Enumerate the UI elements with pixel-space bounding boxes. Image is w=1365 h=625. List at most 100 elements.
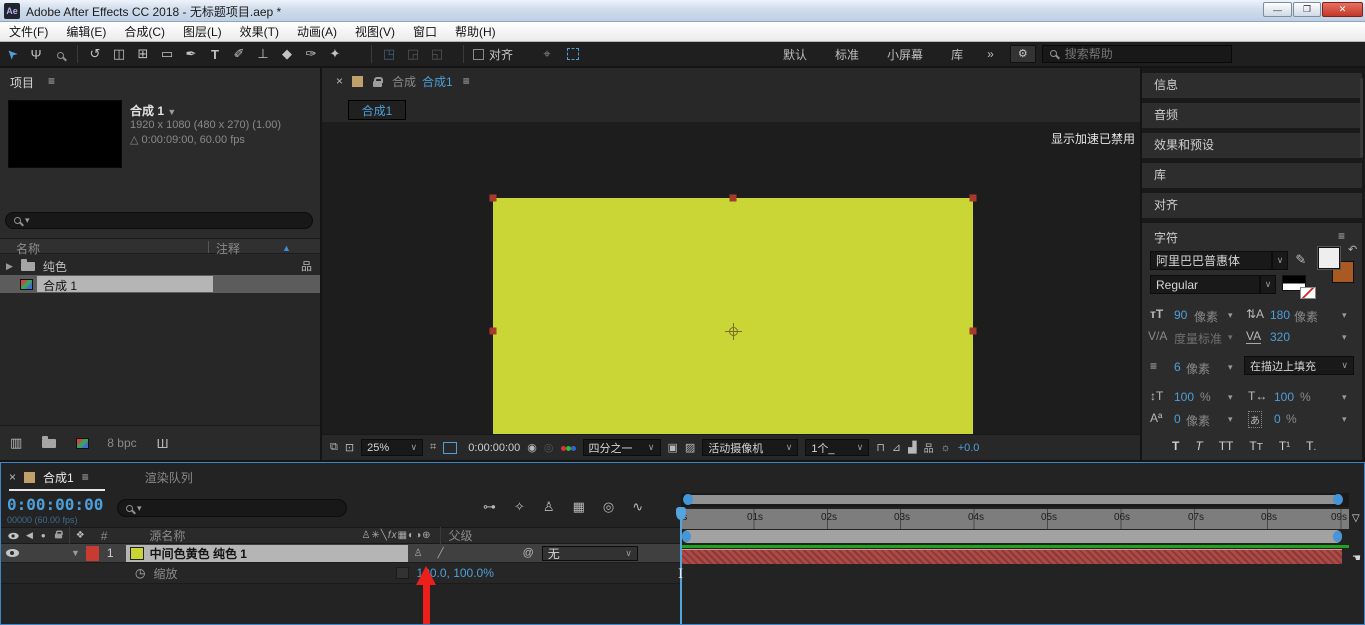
eyedropper-icon[interactable]: ✐ [1291, 254, 1307, 265]
rotation-tool-icon[interactable]: ↺ [83, 46, 107, 62]
menu-file[interactable]: 文件(F) [0, 22, 57, 41]
help-search-input[interactable] [1041, 45, 1232, 63]
trash-icon[interactable]: Ш [157, 436, 169, 451]
region-of-interest-icon[interactable]: ▣ [668, 441, 678, 454]
crosshair-icon[interactable]: ⌖ [535, 46, 559, 62]
comp-viewer-tab[interactable]: 合成1 [348, 100, 406, 120]
draft-3d-icon[interactable]: ✧ [514, 499, 525, 515]
property-name[interactable]: 缩放 [153, 565, 177, 582]
baseline-shift-chevron-icon[interactable]: ▾ [1228, 414, 1233, 425]
view-layout-dropdown[interactable]: 1个_ ∨ [805, 439, 870, 456]
font-size-value[interactable]: 90 [1174, 308, 1187, 322]
audio-column-icon[interactable]: ◀ [26, 530, 33, 541]
panel-info[interactable]: 信息 [1142, 73, 1362, 98]
character-panel-title[interactable]: 字符 [1154, 229, 1178, 246]
swap-fill-stroke-icon[interactable]: ↶ [1348, 243, 1357, 256]
brush-tool-icon[interactable]: ✐ [227, 46, 251, 62]
motion-blur-icon[interactable]: ◎ [603, 499, 614, 515]
fast-previews-icon[interactable]: ⊿ [892, 441, 901, 454]
close-panel-icon[interactable]: × [336, 74, 343, 88]
character-panel-menu-icon[interactable]: ≡ [1338, 229, 1345, 243]
stroke-width-chevron-icon[interactable]: ▾ [1228, 362, 1233, 373]
layer-row[interactable]: ▼ 1 中间色黄色 纯色 1 ♙ ╱ @ 无 ∨ [1, 544, 681, 563]
close-panel-icon[interactable]: × [9, 470, 16, 484]
font-style-dropdown[interactable]: Regular [1150, 275, 1260, 294]
interpret-footage-icon[interactable]: ▥ [10, 435, 22, 451]
horizontal-scale-chevron-icon[interactable]: ▾ [1342, 392, 1347, 403]
resolution-dropdown[interactable]: 四分之一 ∨ [582, 439, 661, 456]
zoom-tool-icon[interactable] [48, 47, 72, 62]
stroke-fill-order-dropdown[interactable]: 在描边上填充 ∨ [1244, 356, 1354, 375]
font-family-dropdown[interactable]: 阿里巴巴普惠体 [1150, 251, 1272, 270]
layer-quality-icon[interactable]: ╱ [438, 548, 445, 559]
panel-align[interactable]: 对齐 [1142, 193, 1362, 218]
small-caps-icon[interactable]: TT [1249, 439, 1262, 453]
project-search-input[interactable]: ▾ [5, 212, 313, 229]
lock-column-icon[interactable] [54, 529, 63, 538]
hand-tool-icon[interactable]: Ψ [24, 47, 48, 62]
puppet-pin-tool-icon[interactable]: ✦ [323, 46, 347, 62]
tracking-value[interactable]: 320 [1270, 330, 1290, 344]
timeline-nav-icon[interactable]: ▟ [908, 441, 916, 454]
timeline-panel-menu-icon[interactable]: ≡ [82, 470, 89, 484]
zoom-handle-right[interactable] [1333, 494, 1343, 505]
snap-checkbox[interactable] [473, 48, 484, 60]
workspace-gear-icon[interactable]: ⚙ [1009, 45, 1036, 63]
work-area-bar[interactable] [682, 530, 1342, 543]
video-column-icon[interactable] [8, 532, 19, 539]
restore-button[interactable]: ❐ [1293, 2, 1321, 17]
faux-bold-icon[interactable]: T [1172, 439, 1179, 453]
flowchart-icon[interactable]: 品 [301, 258, 312, 274]
project-panel-title[interactable]: 项目 [10, 74, 34, 91]
grid-guides-icon[interactable]: ⌗ [430, 441, 436, 454]
workspace-tab-library[interactable]: 库 [937, 46, 977, 63]
roto-brush-tool-icon[interactable]: ✑ [299, 46, 323, 62]
tsume-chevron-icon[interactable]: ▾ [1342, 414, 1347, 425]
menu-edit[interactable]: 编辑(E) [57, 22, 115, 41]
font-size-chevron-icon[interactable]: ▾ [1228, 310, 1233, 321]
scrollbar-thumb[interactable] [685, 495, 1341, 504]
sort-arrow-icon[interactable]: ▲ [282, 243, 291, 253]
horizontal-scale-value[interactable]: 100 [1274, 390, 1294, 404]
flowchart-view-icon[interactable]: 品 [924, 440, 934, 455]
leading-value[interactable]: 180 [1270, 308, 1290, 322]
selection-handle[interactable] [729, 194, 737, 202]
selection-handle[interactable] [489, 194, 497, 202]
main-display-icon[interactable]: ⊡ [345, 441, 354, 454]
pixel-aspect-icon[interactable]: ⊓ [876, 441, 885, 454]
subscript-icon[interactable]: T. [1306, 439, 1316, 453]
workspace-tab-standard[interactable]: 标准 [821, 46, 873, 63]
menu-help[interactable]: 帮助(H) [446, 22, 505, 41]
faux-italic-icon[interactable]: T [1195, 439, 1202, 453]
timeline-search-input[interactable]: ▾ [117, 499, 347, 517]
workspace-tab-small-screen[interactable]: 小屏幕 [873, 46, 937, 63]
panel-library[interactable]: 库 [1142, 163, 1362, 188]
layer-switches-column-icons[interactable]: ♙✳╲fx▦◐◑⊕ [361, 530, 431, 541]
comp-current-time[interactable]: 0:00:00:00 [468, 442, 520, 454]
camera-dropdown[interactable]: 活动摄像机 ∨ [702, 439, 799, 456]
panel-audio[interactable]: 音频 [1142, 103, 1362, 128]
menu-layer[interactable]: 图层(L) [174, 22, 231, 41]
layer-duration-bar[interactable] [682, 549, 1342, 564]
hide-shy-layers-icon[interactable]: ♙ [543, 499, 555, 515]
graph-editor-icon[interactable]: ∿ [632, 499, 643, 515]
minimize-button[interactable]: — [1263, 2, 1292, 17]
always-preview-icon[interactable]: ⧉ [330, 441, 338, 454]
playhead-handle[interactable] [676, 507, 686, 520]
menu-composition[interactable]: 合成(C) [115, 22, 174, 41]
text-tool-icon[interactable]: T [203, 47, 227, 62]
exposure-value[interactable]: +0.0 [958, 442, 980, 454]
zoom-handle-left[interactable] [683, 494, 693, 505]
solo-column-icon[interactable]: ● [41, 531, 46, 540]
comp-item-name[interactable]: 合成 1 [37, 276, 213, 293]
menu-window[interactable]: 窗口 [404, 22, 446, 41]
comp-mini-flowchart-icon[interactable]: ⊶ [483, 499, 496, 515]
tsume-value[interactable]: 0 [1274, 412, 1281, 426]
vertical-scale-chevron-icon[interactable]: ▾ [1228, 392, 1233, 403]
parent-pickwhip-icon[interactable]: @ [523, 547, 534, 559]
marquee-capture-icon[interactable] [567, 48, 580, 60]
eraser-tool-icon[interactable]: ◆ [275, 46, 299, 62]
selection-tool-icon[interactable]: ➤ [0, 40, 26, 68]
vertical-scale-value[interactable]: 100 [1174, 390, 1194, 404]
sidebar-scrollbar[interactable] [1360, 78, 1363, 158]
